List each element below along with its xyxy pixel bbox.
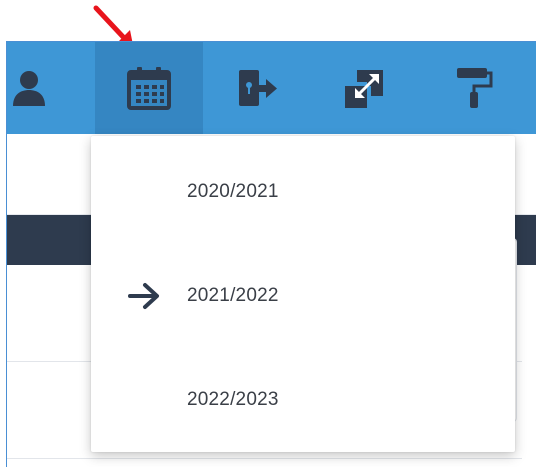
user-icon: [13, 71, 45, 106]
door-exit-icon: [239, 70, 277, 106]
toolbar-exit-button[interactable]: [203, 42, 311, 134]
top-toolbar: [7, 42, 536, 134]
school-year-dropdown: 2020/2021 2021/2022 2022/2023: [91, 136, 515, 452]
calendar-icon: [127, 67, 171, 110]
toolbar-resize-button[interactable]: [311, 42, 419, 134]
year-option-2021-2022[interactable]: 2021/2022: [91, 244, 515, 348]
arrow-right-icon: [128, 283, 159, 309]
year-option-2022-2023[interactable]: 2022/2023: [91, 348, 515, 452]
year-option-label: 2022/2023: [187, 389, 279, 410]
year-option-label: 2021/2022: [187, 285, 279, 306]
paint-roller-icon: [457, 68, 493, 108]
resize-expand-icon: [345, 70, 383, 108]
toolbar-calendar-button[interactable]: [95, 42, 203, 134]
year-option-2020-2021[interactable]: 2020/2021: [91, 140, 515, 244]
year-option-label: 2020/2021: [187, 181, 279, 202]
toolbar-user-button[interactable]: [7, 42, 83, 134]
toolbar-theme-button[interactable]: [419, 42, 527, 134]
